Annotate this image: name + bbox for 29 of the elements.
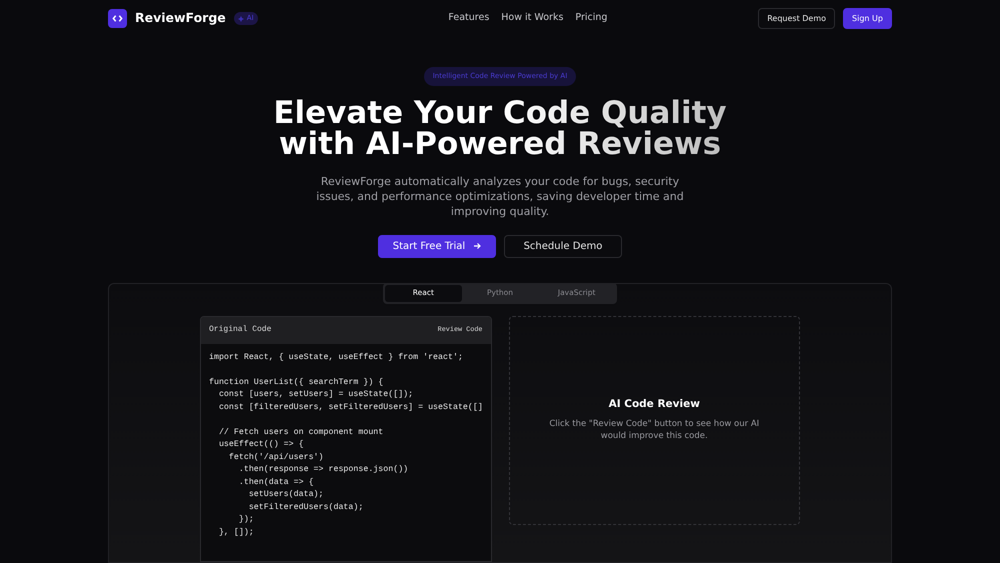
- cta-button[interactable]: Schedule Demo: [504, 234, 622, 258]
- code-line: // Fetch users on component mount: [218, 426, 384, 438]
- review-title: AI Code Review: [608, 397, 700, 412]
- nav-button[interactable]: Sign Up: [843, 8, 892, 29]
- review-description: Click the "Review Code" button to see how our AI would improve this code.: [549, 418, 760, 443]
- code-line: .then(response => response.json()): [238, 464, 408, 476]
- hero-description: ReviewForge automatically analyzes your code for bugs, security issues, and performance optimizations, saving developer time and improving quality.: [315, 174, 685, 218]
- code-line: function UserList({ searchTerm }) {: [209, 376, 384, 388]
- arrow-right-icon: [473, 242, 482, 250]
- nav-link[interactable]: How it Works: [501, 11, 564, 26]
- brand-name: ReviewForge: [135, 9, 226, 28]
- sparkle-icon: [238, 16, 244, 22]
- logo-icon: [108, 9, 127, 28]
- code-line: }, []);: [218, 526, 254, 538]
- code-line: setFilteredUsers(data);: [248, 502, 364, 514]
- code-card-title: Original Code: [209, 324, 272, 336]
- code-line: });: [238, 514, 254, 526]
- nav-link[interactable]: Features: [448, 11, 490, 26]
- code-line: .then(data => {: [238, 476, 314, 488]
- code-line: useEffect(() => {: [218, 439, 304, 451]
- code-line: fetch('/api/users'): [228, 452, 324, 464]
- hero-heading: Elevate Your Code Quality: [273, 98, 727, 128]
- code-line: const [users, setUsers] = useState([]);: [218, 389, 414, 401]
- cta-button[interactable]: Start Free Trial: [378, 234, 496, 258]
- nav-button[interactable]: Request Demo: [758, 8, 836, 29]
- code-line: setUsers(data);: [248, 489, 324, 501]
- code-line: import React, { useState, useEffect } from 'react';: [209, 352, 463, 364]
- nav-link[interactable]: Pricing: [575, 11, 608, 26]
- code-line: const [filteredUsers, setFilteredUsers] = useState([]: [218, 402, 483, 414]
